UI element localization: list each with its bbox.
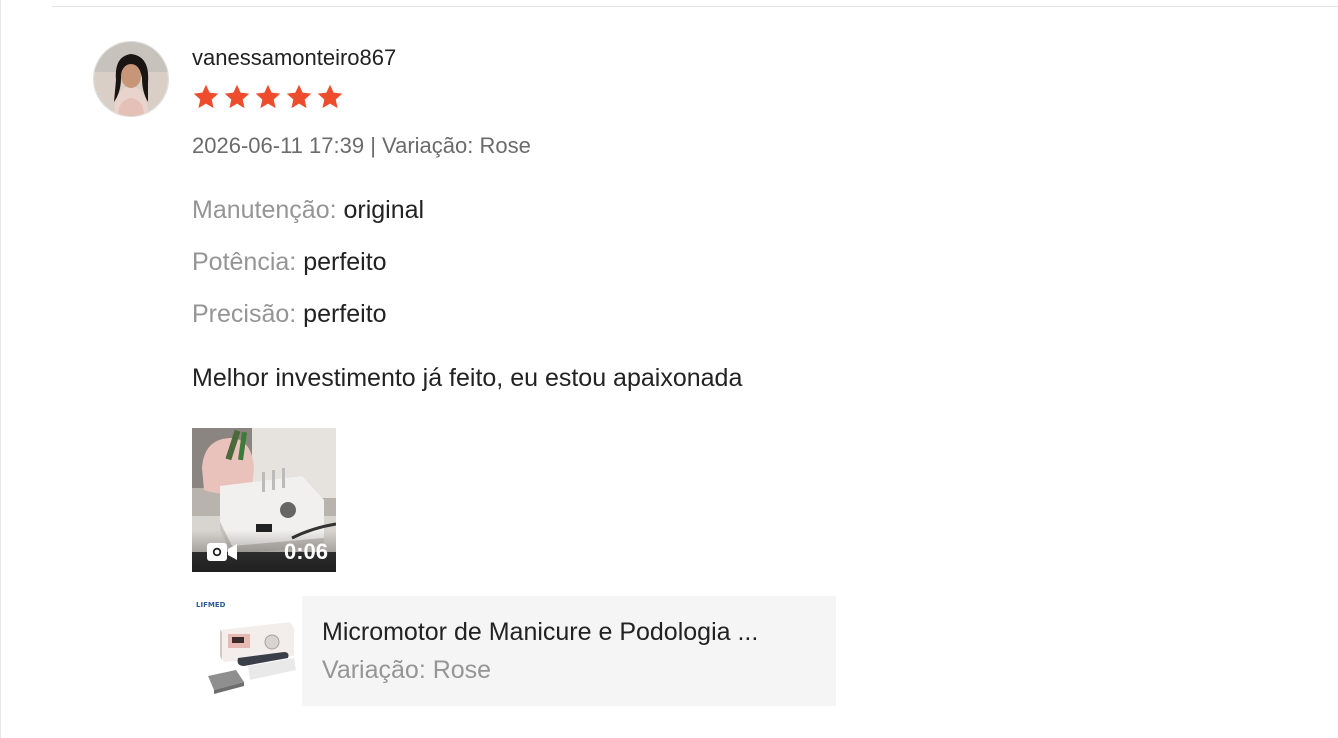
attribute-value: perfeito	[303, 248, 387, 276]
video-camera-icon	[207, 543, 237, 561]
username: vanessamonteiro867	[192, 45, 397, 70]
review-video-thumbnail[interactable]: 0:06	[192, 428, 336, 572]
top-divider	[52, 6, 1338, 7]
star-icon	[193, 84, 219, 109]
rating-stars	[192, 83, 344, 115]
avatar[interactable]	[93, 41, 169, 117]
product-name: Micromotor de Manicure e Podologia ...	[322, 618, 759, 646]
attribute-key: Manutenção:	[192, 196, 337, 224]
star-icon	[286, 84, 312, 109]
attribute-row: Manutenção: original	[192, 194, 424, 226]
product-card[interactable]: Micromotor de Manicure e Podologia ... V…	[302, 596, 836, 706]
star-icon	[317, 84, 343, 109]
meta-separator: |	[370, 133, 376, 158]
left-border	[0, 0, 1, 738]
attribute-row: Precisão: perfeito	[192, 298, 387, 330]
attribute-value: perfeito	[303, 300, 387, 328]
attribute-key: Potência:	[192, 248, 297, 276]
review-variation: Variação: Rose	[382, 133, 531, 158]
review-comment: Melhor investimento já feito, eu estou a…	[192, 364, 743, 392]
attribute-key: Precisão:	[192, 300, 297, 328]
product-thumbnail[interactable]: LIFMED	[192, 596, 302, 706]
product-brand-logo: LIFMED	[196, 601, 226, 609]
attribute-row: Potência: perfeito	[192, 246, 387, 278]
star-icon	[255, 84, 281, 109]
product-variation: Variação: Rose	[322, 656, 492, 684]
review-date: 2026-06-11 17:39	[192, 133, 365, 158]
review-meta: 2026-06-11 17:39 | Variação: Rose	[192, 132, 531, 160]
video-duration: 0:06	[283, 539, 328, 564]
star-icon	[224, 84, 250, 109]
attribute-value: original	[343, 196, 425, 224]
